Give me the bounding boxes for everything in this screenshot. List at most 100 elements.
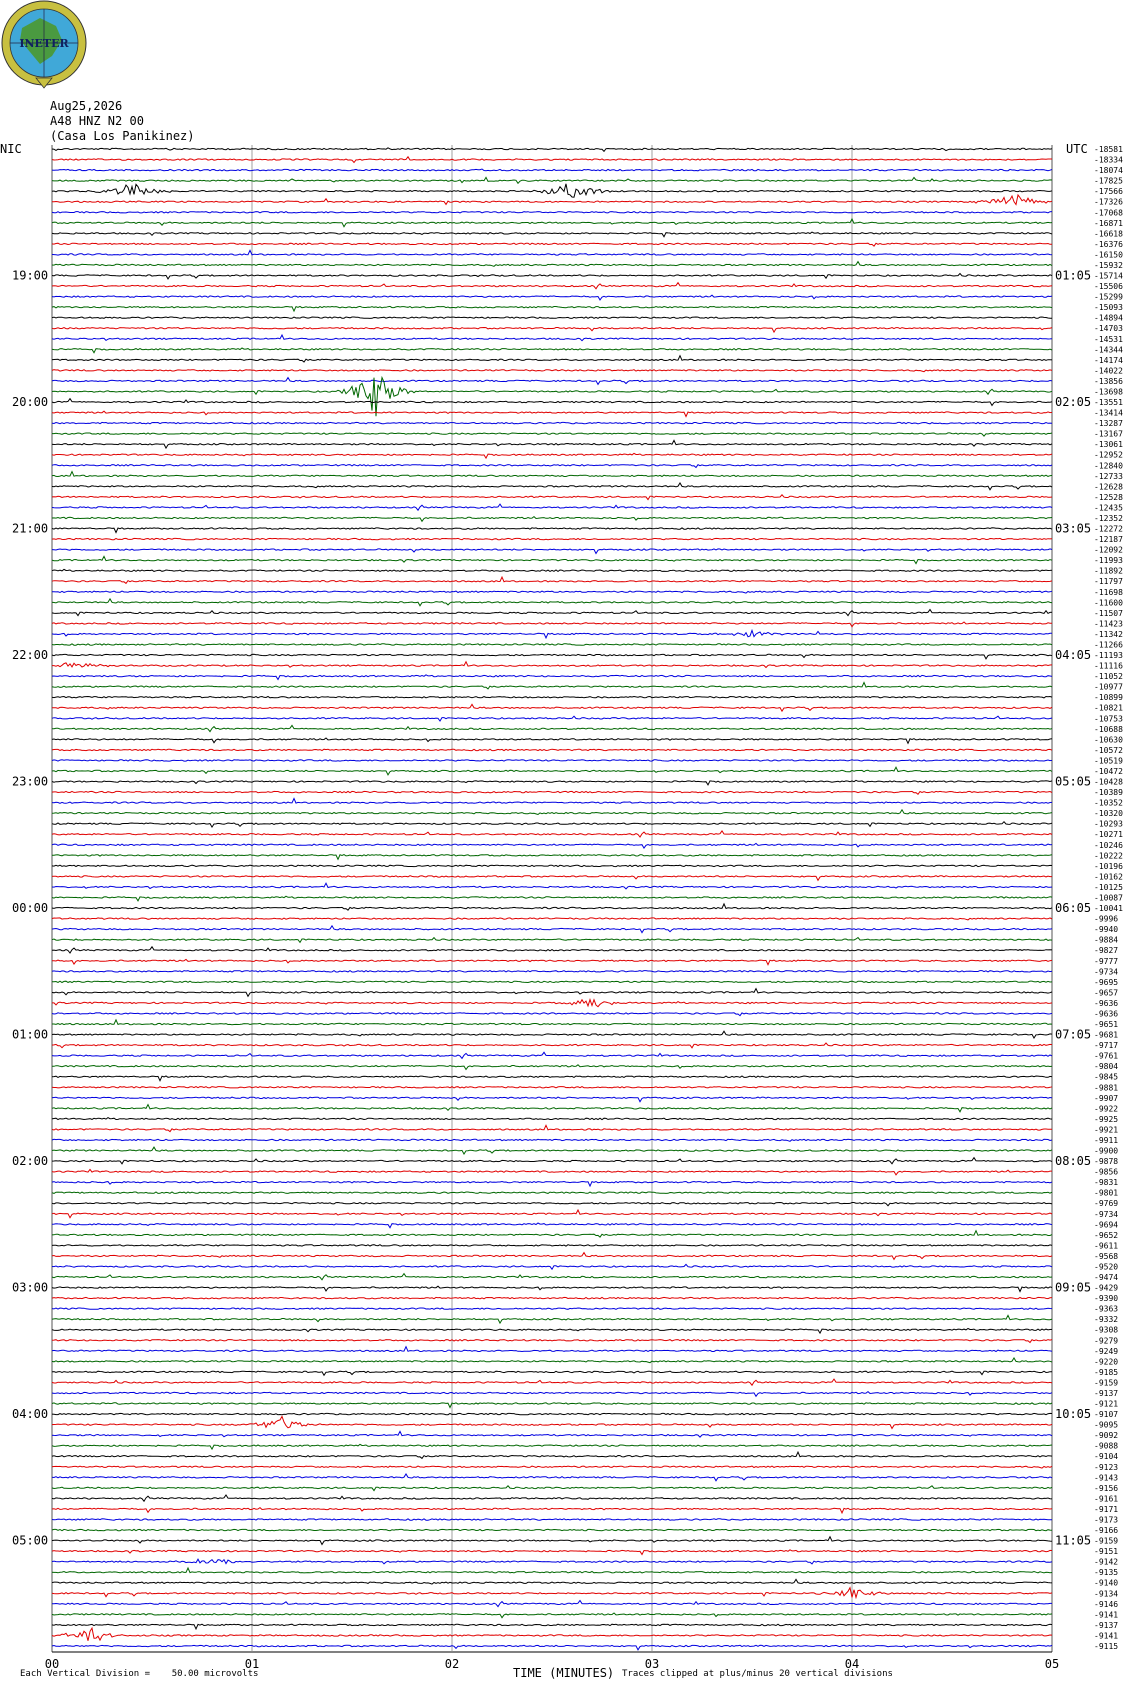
trace-43 <box>51 597 1053 607</box>
trace-offset-label: -9146 <box>1094 1600 1118 1609</box>
trace-offset-label: -17566 <box>1094 187 1123 196</box>
trace-offset-label: -11052 <box>1094 672 1123 681</box>
trace-offset-label: -9856 <box>1094 1168 1118 1177</box>
trace-offset-label: -9761 <box>1094 1052 1118 1061</box>
trace-offset-label: -9636 <box>1094 1009 1118 1018</box>
trace-1 <box>51 155 1052 164</box>
trace-27 <box>52 432 1053 437</box>
trace-offset-label: -9134 <box>1094 1589 1118 1598</box>
trace-offset-label: -12272 <box>1094 525 1123 534</box>
trace-139 <box>51 1612 1053 1619</box>
trace-offset-label: -11698 <box>1094 588 1123 597</box>
trace-offset-label: -9769 <box>1094 1199 1118 1208</box>
trace-99 <box>51 1191 1053 1194</box>
trace-offset-label: -16150 <box>1094 250 1123 259</box>
trace-offset-label: -17326 <box>1094 198 1123 207</box>
scale-footnote: Each Vertical Division = 50.00 microvolt… <box>20 1669 259 1679</box>
trace-111 <box>51 1314 1053 1325</box>
trace-10 <box>51 249 1053 256</box>
trace-51 <box>51 681 1053 690</box>
right-hour-label: 08:05 <box>1055 1154 1091 1168</box>
trace-offset-label: -9159 <box>1094 1378 1118 1387</box>
trace-offset-label: -9173 <box>1094 1515 1118 1524</box>
trace-15 <box>51 305 1053 313</box>
trace-6 <box>51 211 1053 214</box>
right-hour-label: 01:05 <box>1055 269 1091 283</box>
trace-offset-label: -9940 <box>1094 925 1118 934</box>
trace-offset-label: -14894 <box>1094 314 1123 323</box>
trace-offset-label: -12628 <box>1094 482 1123 491</box>
trace-offset-label: -12733 <box>1094 472 1123 481</box>
trace-offset-label: -9474 <box>1094 1273 1118 1282</box>
trace-offset-label: -15093 <box>1094 303 1123 312</box>
trace-36 <box>51 527 1053 534</box>
trace-77 <box>51 958 1053 966</box>
right-hour-label: 05:05 <box>1055 775 1091 789</box>
trace-offset-label: -14174 <box>1094 356 1123 365</box>
trace-40 <box>51 568 1053 573</box>
trace-offset-label: -9611 <box>1094 1241 1118 1250</box>
trace-offset-label: -9161 <box>1094 1494 1118 1503</box>
trace-104 <box>51 1244 1053 1247</box>
trace-offset-label: -12435 <box>1094 503 1123 512</box>
trace-9 <box>51 242 1052 247</box>
trace-44 <box>51 608 1053 617</box>
trace-140 <box>51 1623 1053 1631</box>
trace-47 <box>51 643 1053 646</box>
trace-22 <box>51 376 1053 386</box>
trace-offset-label: -18581 <box>1094 145 1123 154</box>
trace-offset-label: -11423 <box>1094 619 1123 628</box>
trace-55 <box>51 724 1053 733</box>
trace-113 <box>51 1339 1053 1344</box>
trace-69 <box>51 875 1052 882</box>
trace-31 <box>51 470 1053 478</box>
trace-79 <box>51 980 1053 984</box>
trace-offset-label: -13167 <box>1094 430 1123 439</box>
seismogram-page: INETER Aug25,2026 A48 HNZ N2 00 (Casa Lo… <box>0 0 1130 1689</box>
trace-88 <box>51 1075 1053 1082</box>
trace-offset-label: -10125 <box>1094 883 1123 892</box>
trace-39 <box>51 555 1053 565</box>
trace-74 <box>51 924 1053 934</box>
trace-offset-label: -11116 <box>1094 662 1123 671</box>
trace-offset-label: -9279 <box>1094 1336 1118 1345</box>
trace-4 <box>51 183 1053 198</box>
trace-17 <box>51 326 1053 334</box>
trace-offset-label: -9115 <box>1094 1642 1118 1651</box>
trace-124 <box>51 1450 1053 1460</box>
trace-offset-label: -9166 <box>1094 1526 1118 1535</box>
trace-60 <box>51 779 1053 786</box>
trace-offset-label: -9104 <box>1094 1452 1118 1461</box>
trace-45 <box>51 621 1052 628</box>
trace-offset-label: -10753 <box>1094 714 1123 723</box>
trace-offset-label: -9185 <box>1094 1368 1118 1377</box>
trace-11 <box>51 260 1053 267</box>
trace-73 <box>51 917 1053 921</box>
trace-32 <box>51 482 1053 491</box>
trace-125 <box>51 1465 1053 1469</box>
trace-offset-label: -15932 <box>1094 261 1123 270</box>
trace-80 <box>51 987 1053 998</box>
trace-53 <box>51 703 1053 713</box>
trace-offset-label: -9827 <box>1094 946 1118 955</box>
trace-133 <box>51 1549 1053 1556</box>
x-tick-label: 02 <box>445 1657 459 1671</box>
trace-119 <box>51 1402 1053 1409</box>
trace-93 <box>51 1124 1053 1133</box>
trace-offset-label: -9171 <box>1094 1505 1118 1514</box>
trace-offset-label: -15299 <box>1094 293 1123 302</box>
trace-102 <box>51 1222 1053 1229</box>
trace-offset-label: -9141 <box>1094 1610 1118 1619</box>
trace-16 <box>51 316 1053 319</box>
trace-86 <box>51 1051 1053 1060</box>
trace-offset-label: -9520 <box>1094 1262 1118 1271</box>
trace-offset-label: -18334 <box>1094 156 1123 165</box>
trace-offset-label: -9651 <box>1094 1020 1118 1029</box>
trace-offset-label: -9121 <box>1094 1400 1118 1409</box>
trace-offset-label: -9996 <box>1094 915 1118 924</box>
trace-offset-label: -10246 <box>1094 841 1123 850</box>
trace-offset-label: -17825 <box>1094 177 1123 186</box>
trace-offset-label: -9137 <box>1094 1389 1118 1398</box>
trace-83 <box>52 1018 1053 1026</box>
trace-offset-label: -9141 <box>1094 1631 1118 1640</box>
